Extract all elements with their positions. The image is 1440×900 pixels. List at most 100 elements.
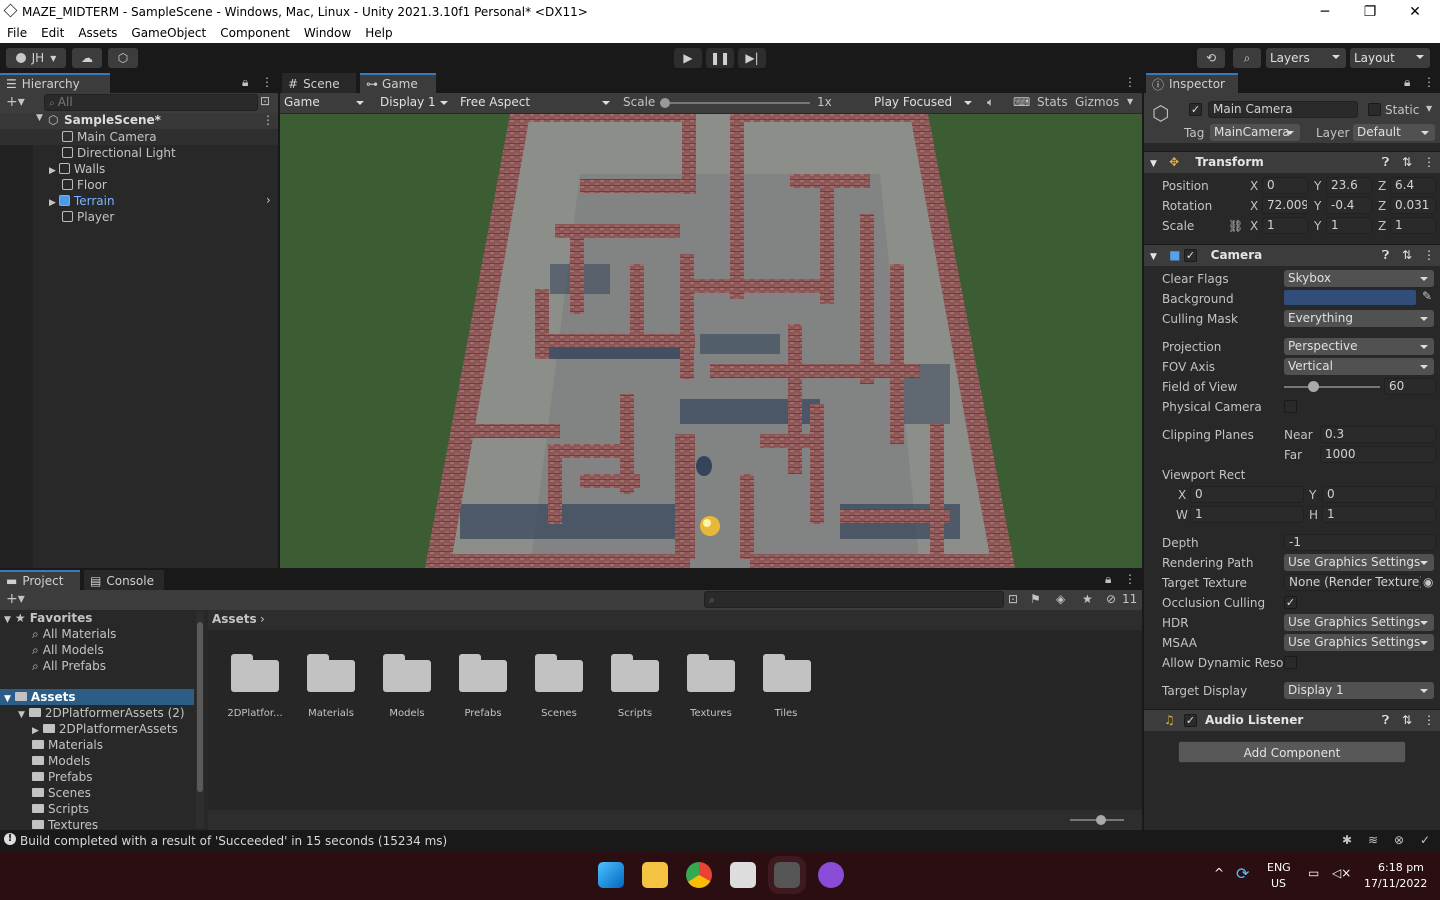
folder-icon[interactable] (611, 652, 659, 692)
tab-game[interactable]: ⊶ Game (360, 73, 436, 93)
tag-icon[interactable]: ◈ (1056, 592, 1065, 606)
kebab-menu-icon[interactable]: ⋮ (1124, 75, 1136, 89)
unity-editor-icon[interactable] (768, 856, 806, 894)
clear-flags-dropdown[interactable]: Skybox (1284, 270, 1434, 287)
hidden-packages-icon[interactable]: ⊘ (1106, 592, 1116, 606)
tab-scene[interactable]: # Scene (282, 73, 356, 93)
camera-enabled-checkbox[interactable]: ✓ (1184, 249, 1197, 262)
status-message[interactable]: Build completed with a result of 'Succee… (20, 834, 447, 848)
hierarchy-search-input[interactable]: ⌕ All (44, 94, 258, 111)
search-options-icon[interactable]: ⊡ (260, 94, 270, 108)
play-mode-dropdown[interactable]: Play Focused (870, 94, 978, 112)
folder-icon[interactable] (231, 652, 279, 692)
tree-item[interactable]: Materials (32, 737, 103, 753)
folder-icon[interactable] (687, 652, 735, 692)
fav-all-materials[interactable]: ⌕ All Materials (32, 626, 116, 642)
expand-arrow-icon[interactable]: ▼ (36, 113, 43, 123)
tab-hierarchy[interactable]: ☰ Hierarchy (0, 73, 110, 93)
tag-dropdown[interactable]: MainCamera (1210, 124, 1300, 141)
favorite-star-icon[interactable]: ★ (1082, 592, 1093, 606)
rotation-x-field[interactable]: 72.009 (1262, 197, 1308, 214)
folder-icon[interactable] (459, 652, 507, 692)
culling-mask-dropdown[interactable]: Everything (1284, 310, 1434, 327)
msaa-dropdown[interactable]: Use Graphics Settings (1284, 634, 1434, 651)
cache-icon[interactable]: ≋ (1368, 833, 1378, 847)
menu-assets[interactable]: Assets (71, 26, 124, 40)
display-dropdown[interactable]: Display 1 (376, 94, 454, 112)
tree-item[interactable]: ▼ 2DPlatformerAssets (2) (18, 705, 185, 721)
breadcrumb-assets[interactable]: Assets (212, 612, 257, 626)
search-by-type-icon[interactable]: ⊡ (1008, 592, 1018, 606)
tree-item[interactable]: ▶ 2DPlatformerAssets (32, 721, 178, 737)
language-indicator[interactable]: ENG (1267, 861, 1291, 874)
favorites-header[interactable]: ▼ ★ Favorites (4, 610, 92, 626)
presets-icon[interactable]: ⇅ (1402, 245, 1412, 266)
account-dropdown[interactable]: JH ▼ (6, 48, 66, 68)
target-display-dropdown[interactable]: Display 1 (1284, 682, 1434, 699)
tree-item[interactable]: Prefabs (32, 769, 93, 785)
maximize-button[interactable]: ❐ (1347, 0, 1393, 23)
pause-button[interactable]: ❚❚ (706, 48, 734, 68)
keyboard-icon[interactable]: ⌨ (1013, 95, 1030, 109)
assets-root[interactable]: ▼ Assets (0, 689, 194, 705)
github-desktop-icon[interactable] (818, 862, 844, 888)
folder-icon[interactable] (383, 652, 431, 692)
help-icon[interactable]: ❓︎ (1382, 152, 1389, 173)
fov-axis-dropdown[interactable]: Vertical (1284, 358, 1434, 375)
background-color-swatch[interactable] (1284, 290, 1416, 305)
scale-y-field[interactable]: 1 (1326, 217, 1372, 234)
audio-mute-icon[interactable]: 🔈︎ (987, 95, 994, 110)
active-checkbox[interactable]: ✓ (1189, 103, 1202, 116)
projection-dropdown[interactable]: Perspective (1284, 338, 1434, 355)
hierarchy-item-main-camera[interactable]: Main Camera (0, 129, 278, 145)
far-field[interactable]: 1000 (1320, 446, 1436, 463)
file-explorer-icon[interactable] (642, 862, 668, 888)
depth-field[interactable]: -1 (1284, 534, 1436, 551)
lock-icon[interactable]: 🔒︎ (1105, 572, 1111, 587)
search-by-label-icon[interactable]: ⚑ (1030, 592, 1041, 606)
menu-edit[interactable]: Edit (34, 26, 71, 40)
scale-slider-track[interactable] (664, 102, 810, 104)
scene-menu-icon[interactable]: ⋮ (262, 113, 274, 127)
play-button[interactable]: ▶ (674, 48, 702, 68)
presets-icon[interactable]: ⇅ (1402, 152, 1412, 173)
position-y-field[interactable]: 23.6 (1326, 177, 1372, 194)
audio-listener-checkbox[interactable]: ✓ (1184, 714, 1197, 727)
minimize-button[interactable]: ─ (1302, 0, 1348, 23)
tree-scrollbar[interactable] (196, 612, 204, 828)
kebab-menu-icon[interactable]: ⋮ (1124, 572, 1136, 586)
rotation-y-field[interactable]: -0.4 (1326, 197, 1372, 214)
transform-header[interactable]: ▼ ✥ Transform ❓︎ ⇅ ⋮ (1144, 151, 1440, 173)
hdr-dropdown[interactable]: Use Graphics Settings (1284, 614, 1434, 631)
check-circle-icon[interactable]: ✓ (1420, 833, 1430, 847)
tree-item[interactable]: Scenes (32, 785, 91, 801)
project-search-input[interactable]: ⌕ (704, 591, 1004, 608)
object-name-input[interactable]: Main Camera (1208, 101, 1358, 118)
network-icon[interactable]: ▭ (1308, 866, 1319, 880)
layout-dropdown[interactable]: Layout (1350, 48, 1430, 68)
chrome-icon[interactable] (686, 862, 712, 888)
help-icon[interactable]: ❓︎ (1382, 710, 1389, 731)
rotation-z-field[interactable]: 0.031 (1390, 197, 1436, 214)
hierarchy-item-floor[interactable]: Floor (62, 177, 107, 193)
add-icon[interactable]: +▾ (6, 591, 25, 607)
cloud-button[interactable]: ☁ (72, 48, 102, 68)
viewport-w-field[interactable]: 1 (1190, 506, 1304, 523)
chevron-up-icon[interactable]: ^ (1214, 866, 1224, 880)
fov-field[interactable]: 60 (1384, 378, 1436, 395)
viewport-x-field[interactable]: 0 (1190, 486, 1304, 503)
lock-icon[interactable]: 🔒︎ (1404, 75, 1410, 90)
folder-icon[interactable] (307, 652, 355, 692)
fav-all-prefabs[interactable]: ⌕ All Prefabs (32, 658, 106, 674)
layer-dropdown[interactable]: Default (1353, 124, 1435, 141)
scale-slider-thumb[interactable] (660, 98, 670, 108)
audio-listener-header[interactable]: ♫ ✓ Audio Listener ❓︎ ⇅ ⋮ (1144, 709, 1440, 731)
add-icon[interactable]: +▾ (6, 94, 25, 110)
icon-size-slider-thumb[interactable] (1096, 815, 1106, 825)
menu-gameobject[interactable]: GameObject (124, 26, 213, 40)
game-viewport[interactable] (280, 114, 1142, 568)
kebab-menu-icon[interactable]: ⋮ (1423, 710, 1435, 731)
occlusion-culling-checkbox[interactable]: ✓ (1284, 596, 1297, 609)
tab-inspector[interactable]: ⓘ Inspector (1146, 73, 1238, 93)
hierarchy-item-walls[interactable]: ▶ Walls (49, 161, 105, 177)
